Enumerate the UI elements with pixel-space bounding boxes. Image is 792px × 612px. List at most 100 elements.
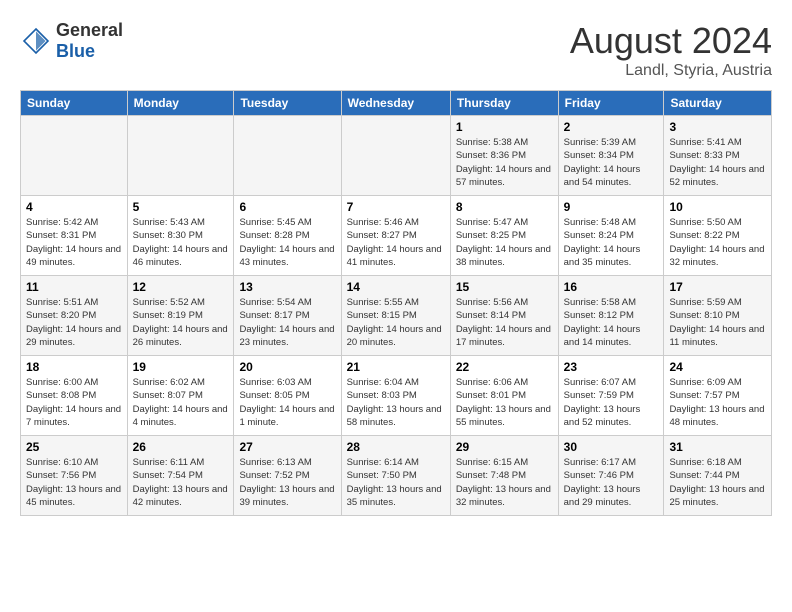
- calendar-cell: 26 Sunrise: 6:11 AMSunset: 7:54 PMDayligh…: [127, 436, 234, 516]
- calendar-cell: 18 Sunrise: 6:00 AMSunset: 8:08 PMDayligh…: [21, 356, 128, 436]
- title-block: August 2024 Landl, Styria, Austria: [570, 20, 772, 80]
- calendar-cell: [234, 116, 341, 196]
- col-monday: Monday: [127, 91, 234, 116]
- calendar-cell: 7 Sunrise: 5:46 AMSunset: 8:27 PMDaylight…: [341, 196, 450, 276]
- calendar-cell: 28 Sunrise: 6:14 AMSunset: 7:50 PMDayligh…: [341, 436, 450, 516]
- day-info: Sunrise: 5:41 AMSunset: 8:33 PMDaylight:…: [669, 136, 766, 189]
- col-tuesday: Tuesday: [234, 91, 341, 116]
- col-sunday: Sunday: [21, 91, 128, 116]
- day-info: Sunrise: 5:39 AMSunset: 8:34 PMDaylight:…: [564, 136, 659, 189]
- day-info: Sunrise: 5:46 AMSunset: 8:27 PMDaylight:…: [347, 216, 445, 269]
- calendar-week-row: 18 Sunrise: 6:00 AMSunset: 8:08 PMDayligh…: [21, 356, 772, 436]
- day-number: 29: [456, 440, 553, 454]
- day-number: 20: [239, 360, 335, 374]
- day-info: Sunrise: 6:09 AMSunset: 7:57 PMDaylight:…: [669, 376, 766, 429]
- col-thursday: Thursday: [450, 91, 558, 116]
- calendar-cell: 9Sunrise: 5:48 AMSunset: 8:24 PMDaylight…: [558, 196, 664, 276]
- day-number: 31: [669, 440, 766, 454]
- day-number: 5: [133, 200, 229, 214]
- day-info: Sunrise: 5:58 AMSunset: 8:12 PMDaylight:…: [564, 296, 659, 349]
- day-number: 18: [26, 360, 122, 374]
- day-info: Sunrise: 6:10 AMSunset: 7:56 PMDaylight:…: [26, 456, 122, 509]
- calendar-cell: 22 Sunrise: 6:06 AMSunset: 8:01 PMDayligh…: [450, 356, 558, 436]
- day-number: 10: [669, 200, 766, 214]
- logo-general: General: [56, 20, 123, 41]
- calendar-cell: 12Sunrise: 5:52 AMSunset: 8:19 PMDayligh…: [127, 276, 234, 356]
- day-number: 23: [564, 360, 659, 374]
- day-info: Sunrise: 6:11 AMSunset: 7:54 PMDaylight:…: [133, 456, 229, 509]
- logo-blue: Blue: [56, 41, 123, 62]
- day-number: 4: [26, 200, 122, 214]
- day-number: 11: [26, 280, 122, 294]
- calendar-cell: 29 Sunrise: 6:15 AMSunset: 7:48 PMDayligh…: [450, 436, 558, 516]
- calendar-week-row: 25 Sunrise: 6:10 AMSunset: 7:56 PMDayligh…: [21, 436, 772, 516]
- days-of-week-row: Sunday Monday Tuesday Wednesday Thursday…: [21, 91, 772, 116]
- logo-text: General Blue: [56, 20, 123, 62]
- calendar-cell: 10 Sunrise: 5:50 AMSunset: 8:22 PMDayligh…: [664, 196, 772, 276]
- day-number: 19: [133, 360, 229, 374]
- day-number: 22: [456, 360, 553, 374]
- day-info: Sunrise: 6:04 AMSunset: 8:03 PMDaylight:…: [347, 376, 445, 429]
- day-number: 25: [26, 440, 122, 454]
- day-number: 12: [133, 280, 229, 294]
- day-info: Sunrise: 5:50 AMSunset: 8:22 PMDaylight:…: [669, 216, 766, 269]
- calendar-cell: 1 Sunrise: 5:38 AMSunset: 8:36 PMDaylight…: [450, 116, 558, 196]
- logo-icon: [20, 25, 52, 57]
- logo: General Blue: [20, 20, 123, 62]
- day-number: 30: [564, 440, 659, 454]
- day-info: Sunrise: 5:42 AMSunset: 8:31 PMDaylight:…: [26, 216, 122, 269]
- calendar-cell: 21 Sunrise: 6:04 AMSunset: 8:03 PMDayligh…: [341, 356, 450, 436]
- day-info: Sunrise: 5:59 AMSunset: 8:10 PMDaylight:…: [669, 296, 766, 349]
- day-number: 7: [347, 200, 445, 214]
- day-info: Sunrise: 5:48 AMSunset: 8:24 PMDaylight:…: [564, 216, 659, 269]
- page-header: General Blue August 2024 Landl, Styria, …: [20, 20, 772, 80]
- calendar-cell: [21, 116, 128, 196]
- calendar-cell: 27Sunrise: 6:13 AMSunset: 7:52 PMDayligh…: [234, 436, 341, 516]
- day-number: 1: [456, 120, 553, 134]
- calendar-table: Sunday Monday Tuesday Wednesday Thursday…: [20, 90, 772, 516]
- day-info: Sunrise: 6:15 AMSunset: 7:48 PMDaylight:…: [456, 456, 553, 509]
- calendar-cell: 16 Sunrise: 5:58 AMSunset: 8:12 PMDayligh…: [558, 276, 664, 356]
- calendar-header: Sunday Monday Tuesday Wednesday Thursday…: [21, 91, 772, 116]
- month-title: August 2024: [570, 20, 772, 62]
- day-info: Sunrise: 5:54 AMSunset: 8:17 PMDaylight:…: [239, 296, 335, 349]
- calendar-cell: 3 Sunrise: 5:41 AMSunset: 8:33 PMDaylight…: [664, 116, 772, 196]
- calendar-cell: 25 Sunrise: 6:10 AMSunset: 7:56 PMDayligh…: [21, 436, 128, 516]
- day-number: 24: [669, 360, 766, 374]
- calendar-cell: [127, 116, 234, 196]
- calendar-week-row: 1 Sunrise: 5:38 AMSunset: 8:36 PMDaylight…: [21, 116, 772, 196]
- day-number: 21: [347, 360, 445, 374]
- col-friday: Friday: [558, 91, 664, 116]
- day-number: 3: [669, 120, 766, 134]
- day-number: 17: [669, 280, 766, 294]
- day-info: Sunrise: 5:38 AMSunset: 8:36 PMDaylight:…: [456, 136, 553, 189]
- day-info: Sunrise: 6:00 AMSunset: 8:08 PMDaylight:…: [26, 376, 122, 429]
- day-info: Sunrise: 6:18 AMSunset: 7:44 PMDaylight:…: [669, 456, 766, 509]
- calendar-cell: 2 Sunrise: 5:39 AMSunset: 8:34 PMDaylight…: [558, 116, 664, 196]
- day-number: 26: [133, 440, 229, 454]
- calendar-cell: 5Sunrise: 5:43 AMSunset: 8:30 PMDaylight…: [127, 196, 234, 276]
- day-info: Sunrise: 5:45 AMSunset: 8:28 PMDaylight:…: [239, 216, 335, 269]
- calendar-cell: 6Sunrise: 5:45 AMSunset: 8:28 PMDaylight…: [234, 196, 341, 276]
- day-number: 15: [456, 280, 553, 294]
- day-info: Sunrise: 6:06 AMSunset: 8:01 PMDaylight:…: [456, 376, 553, 429]
- calendar-cell: 19 Sunrise: 6:02 AMSunset: 8:07 PMDayligh…: [127, 356, 234, 436]
- calendar-cell: 23 Sunrise: 6:07 AMSunset: 7:59 PMDayligh…: [558, 356, 664, 436]
- calendar-cell: 4 Sunrise: 5:42 AMSunset: 8:31 PMDaylight…: [21, 196, 128, 276]
- calendar-week-row: 4 Sunrise: 5:42 AMSunset: 8:31 PMDaylight…: [21, 196, 772, 276]
- day-info: Sunrise: 5:55 AMSunset: 8:15 PMDaylight:…: [347, 296, 445, 349]
- day-info: Sunrise: 6:02 AMSunset: 8:07 PMDaylight:…: [133, 376, 229, 429]
- calendar-cell: 17 Sunrise: 5:59 AMSunset: 8:10 PMDayligh…: [664, 276, 772, 356]
- day-number: 16: [564, 280, 659, 294]
- day-info: Sunrise: 6:07 AMSunset: 7:59 PMDaylight:…: [564, 376, 659, 429]
- calendar-cell: 11Sunrise: 5:51 AMSunset: 8:20 PMDayligh…: [21, 276, 128, 356]
- day-info: Sunrise: 6:14 AMSunset: 7:50 PMDaylight:…: [347, 456, 445, 509]
- day-number: 14: [347, 280, 445, 294]
- day-info: Sunrise: 6:13 AMSunset: 7:52 PMDaylight:…: [239, 456, 335, 509]
- day-info: Sunrise: 5:56 AMSunset: 8:14 PMDaylight:…: [456, 296, 553, 349]
- location-title: Landl, Styria, Austria: [570, 62, 772, 80]
- col-wednesday: Wednesday: [341, 91, 450, 116]
- day-number: 2: [564, 120, 659, 134]
- day-number: 28: [347, 440, 445, 454]
- day-number: 8: [456, 200, 553, 214]
